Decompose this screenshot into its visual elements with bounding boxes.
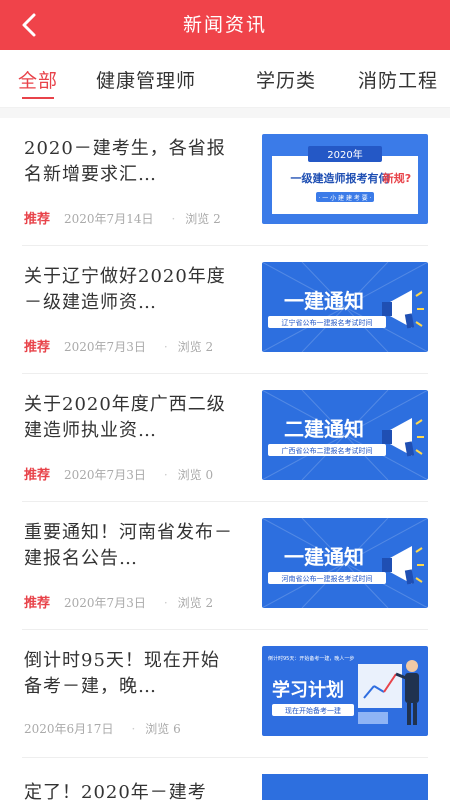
tab-education[interactable]: 学历类 <box>256 66 316 93</box>
news-title: 定了！2020年－建考 <box>24 782 207 800</box>
tab-all[interactable]: 全部 <box>18 66 58 93</box>
news-thumbnail: 二建通知 广西省公布二建报名考试时间 <box>262 390 428 480</box>
news-date: 2020年7月3日 <box>64 596 146 610</box>
svg-text:现在开始备考一建: 现在开始备考一建 <box>285 706 341 715</box>
recommend-tag: 推荐 <box>24 340 51 355</box>
svg-text:一级建造师报考有何: 一级建造师报考有何 <box>291 171 390 185</box>
news-views: 浏览 2 <box>177 340 214 354</box>
tab-health-manager[interactable]: 健康管理师 <box>96 66 196 93</box>
news-meta: 推荐 2020年7月3日 · 浏览 0 <box>24 468 214 483</box>
news-item[interactable]: 关于辽宁做好2020年度－级建造师资… 推荐 2020年7月3日 · 浏览 2 一建通… <box>0 246 450 374</box>
recommend-tag: 推荐 <box>24 212 51 227</box>
news-date: 2020年7月3日 <box>64 340 146 354</box>
svg-text:一建通知: 一建通知 <box>284 545 364 569</box>
recommend-tag: 推荐 <box>24 468 51 483</box>
news-date: 2020年7月14日 <box>64 212 154 226</box>
news-thumbnail: 倒计时95天：开始备考一建，晚人一步 学习计划 现在开始备考一建 <box>262 646 428 736</box>
news-item-partial[interactable]: 定了！2020年－建考 <box>0 772 450 800</box>
news-item[interactable]: 重要通知！河南省发布－建报名公告… 推荐 2020年7月3日 · 浏览 2 一建通知 … <box>0 502 450 630</box>
news-thumbnail: 一建通知 河南省公布一建报名考试时间 <box>262 518 428 608</box>
tab-fire-engineering[interactable]: 消防工程 <box>358 66 438 93</box>
news-title: 重要通知！河南省发布－建报名公告… <box>24 522 233 569</box>
news-views: 浏览 0 <box>177 468 214 482</box>
news-title: 倒计时95天！现在开始备考－建，晚… <box>24 650 220 697</box>
news-item[interactable]: 关于2020年度广西二级建造师执业资… 推荐 2020年7月3日 · 浏览 0 二建通… <box>0 374 450 502</box>
svg-text:新规?: 新规? <box>383 171 411 185</box>
page-title: 新闻资讯 <box>182 14 267 36</box>
recommend-tag: 推荐 <box>24 596 51 611</box>
news-thumbnail <box>262 774 428 800</box>
svg-text:一建通知: 一建通知 <box>284 289 364 313</box>
svg-text:辽宁省公布一建报名考试时间: 辽宁省公布一建报名考试时间 <box>282 318 373 327</box>
news-meta: 推荐 2020年7月3日 · 浏览 2 <box>24 596 214 611</box>
news-thumbnail: 2020年 一级建造师报考有何 新规? · 一 小 建 建 考 要 · <box>262 134 428 224</box>
category-tabs: 全部 健康管理师 学历类 消防工程 <box>0 50 450 108</box>
news-thumbnail: 一建通知 辽宁省公布一建报名考试时间 <box>262 262 428 352</box>
news-meta: 2020年6月17日 · 浏览 6 <box>24 722 181 736</box>
news-date: 2020年6月17日 <box>24 722 114 736</box>
news-item[interactable]: 倒计时95天！现在开始备考－建，晚… 2020年6月17日 · 浏览 6 倒计时95… <box>0 630 450 758</box>
news-meta: 推荐 2020年7月3日 · 浏览 2 <box>24 340 214 355</box>
news-views: 浏览 6 <box>145 722 181 736</box>
svg-text:倒计时95天：开始备考一建，晚人一步: 倒计时95天：开始备考一建，晚人一步 <box>268 655 354 662</box>
news-item[interactable]: 2020－建考生，各省报名新增要求汇… 推荐 2020年7月14日 · 浏览 2 20… <box>0 118 450 246</box>
news-date: 2020年7月3日 <box>64 468 146 482</box>
app-header: 新闻资讯 <box>0 0 450 50</box>
svg-text:河南省公布一建报名考试时间: 河南省公布一建报名考试时间 <box>282 574 373 583</box>
news-title: 关于辽宁做好2020年度－级建造师资… <box>24 266 226 313</box>
news-title: 关于2020年度广西二级建造师执业资… <box>24 394 226 441</box>
news-views: 浏览 2 <box>177 596 214 610</box>
svg-text:2020年: 2020年 <box>327 148 362 161</box>
news-views: 浏览 2 <box>185 212 221 226</box>
news-title: 2020－建考生，各省报名新增要求汇… <box>24 138 226 185</box>
svg-text:二建通知: 二建通知 <box>284 417 364 441</box>
svg-text:广西省公布二建报名考试时间: 广西省公布二建报名考试时间 <box>282 446 373 455</box>
svg-text:学习计划: 学习计划 <box>272 679 344 701</box>
news-meta: 推荐 2020年7月14日 · 浏览 2 <box>24 212 221 227</box>
section-divider <box>0 108 450 118</box>
active-tab-indicator <box>22 97 54 99</box>
svg-text:· 一 小 建 建 考 要 ·: · 一 小 建 建 考 要 · <box>318 194 371 202</box>
